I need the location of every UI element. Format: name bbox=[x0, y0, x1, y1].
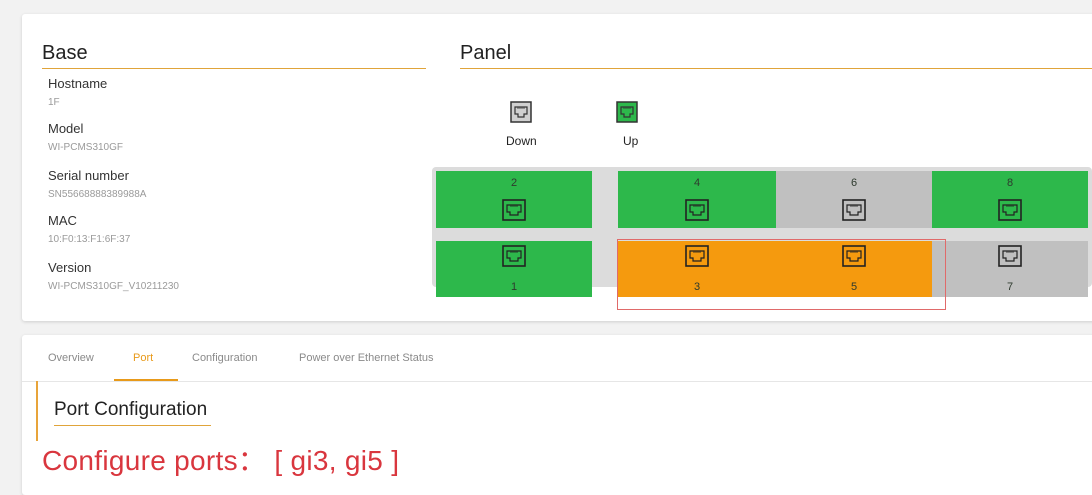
port-8[interactable]: 8 bbox=[932, 171, 1088, 228]
mac-value: 10:F0:13:F1:6F:37 bbox=[48, 234, 131, 245]
ethernet-port-icon bbox=[998, 245, 1022, 267]
ethernet-port-icon bbox=[842, 199, 866, 221]
mac-label: MAC bbox=[48, 213, 77, 228]
tab-overview[interactable]: Overview bbox=[48, 352, 94, 364]
port-4[interactable]: 4 bbox=[618, 171, 776, 228]
port-configuration-title: Port Configuration bbox=[54, 399, 212, 426]
section-accent-bar bbox=[36, 381, 38, 441]
switch-port-panel: 2 4 6 8 1 3 5 7 bbox=[432, 167, 1092, 297]
ethernet-port-icon bbox=[685, 199, 709, 221]
port-2[interactable]: 2 bbox=[436, 171, 592, 228]
active-tab-indicator bbox=[114, 379, 178, 381]
serial-number-value: SN55668888389988A bbox=[48, 189, 147, 200]
port-5[interactable]: 5 bbox=[776, 241, 932, 297]
port-number: 6 bbox=[850, 177, 858, 189]
version-value: WI-PCMS310GF_V10211230 bbox=[48, 281, 179, 292]
port-number: 7 bbox=[1006, 281, 1014, 293]
ethernet-port-icon bbox=[685, 245, 709, 267]
legend-up-label: Up bbox=[623, 134, 639, 148]
configure-ports-text: Configure ports： [ gi3, gi5 ] bbox=[42, 445, 400, 476]
tab-poe-status[interactable]: Power over Ethernet Status bbox=[299, 352, 434, 364]
port-7[interactable]: 7 bbox=[932, 241, 1088, 297]
port-number: 5 bbox=[850, 281, 858, 293]
ethernet-port-icon bbox=[510, 101, 532, 123]
legend-down-label: Down bbox=[506, 134, 537, 148]
port-number: 8 bbox=[1006, 177, 1014, 189]
port-3[interactable]: 3 bbox=[618, 241, 776, 297]
tab-configuration[interactable]: Configuration bbox=[192, 352, 257, 364]
port-number: 3 bbox=[693, 281, 701, 293]
hostname-label: Hostname bbox=[48, 76, 108, 91]
port-1[interactable]: 1 bbox=[436, 241, 592, 297]
port-number: 4 bbox=[693, 177, 701, 189]
port-number: 1 bbox=[510, 281, 518, 293]
model-value: WI-PCMS310GF bbox=[48, 142, 124, 153]
panel-section-title: Panel bbox=[460, 42, 1092, 69]
ethernet-port-icon bbox=[998, 199, 1022, 221]
port-number: 2 bbox=[510, 177, 518, 189]
ethernet-port-icon bbox=[502, 245, 526, 267]
ethernet-port-icon bbox=[616, 101, 638, 123]
tab-bar: Overview Port Configuration Power over E… bbox=[22, 335, 1092, 382]
version-label: Version bbox=[48, 260, 92, 275]
ethernet-port-icon bbox=[842, 245, 866, 267]
port-settings-card: Overview Port Configuration Power over E… bbox=[22, 335, 1092, 495]
port-6[interactable]: 6 bbox=[776, 171, 932, 228]
hostname-value: 1F bbox=[48, 97, 60, 108]
base-section-title: Base bbox=[42, 42, 426, 69]
model-label: Model bbox=[48, 121, 84, 136]
ethernet-port-icon bbox=[502, 199, 526, 221]
serial-number-label: Serial number bbox=[48, 168, 129, 183]
tab-port[interactable]: Port bbox=[133, 352, 153, 364]
